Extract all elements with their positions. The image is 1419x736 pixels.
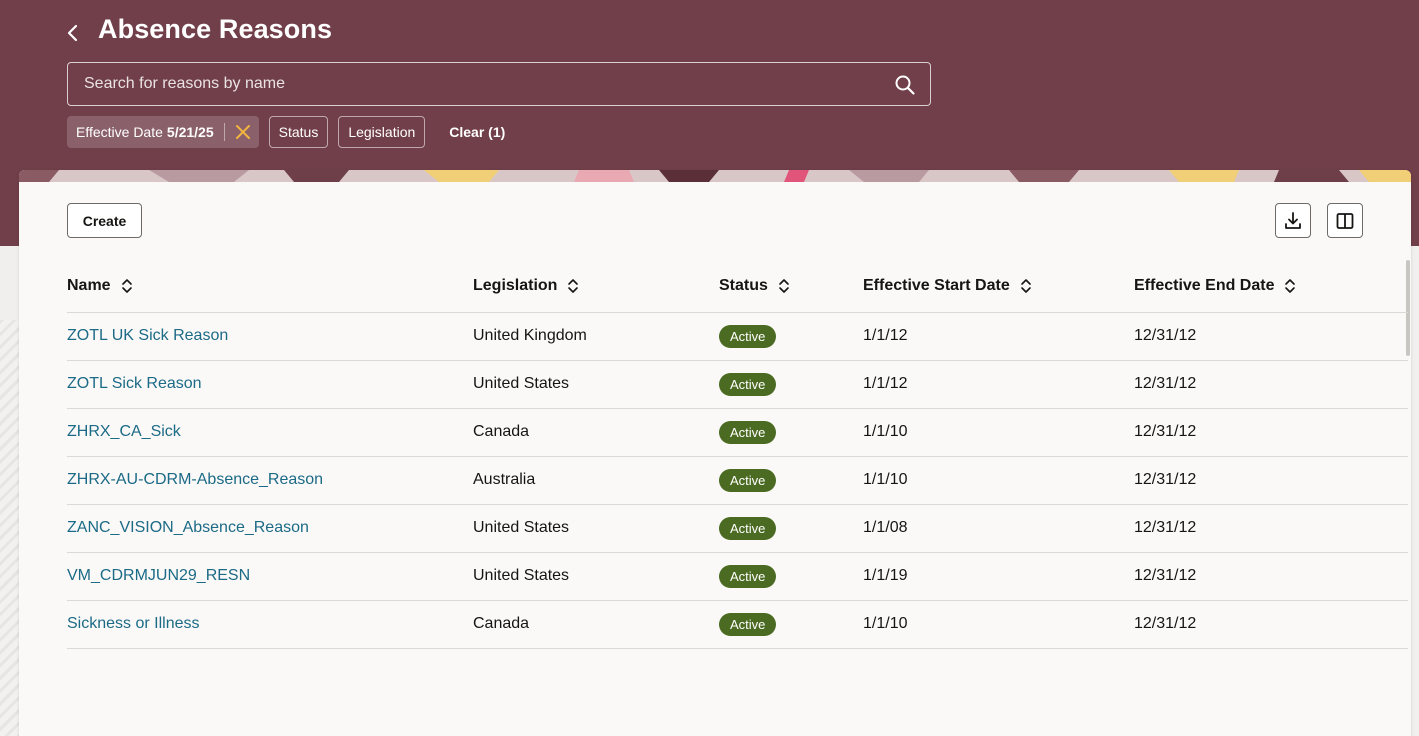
column-panel-icon xyxy=(1336,212,1354,229)
cell-end-date: 12/31/12 xyxy=(1134,312,1408,361)
cell-legislation: Australia xyxy=(473,456,719,505)
cell-start-date: 1/1/10 xyxy=(863,456,1134,505)
status-badge: Active xyxy=(719,468,777,492)
cell-name: ZOTL UK Sick Reason xyxy=(67,312,473,361)
cell-name: ZHRX-AU-CDRM-Absence_Reason xyxy=(67,456,473,505)
cell-end-date: 12/31/12 xyxy=(1134,456,1408,505)
manage-columns-button[interactable] xyxy=(1327,203,1363,238)
cell-status: Active xyxy=(719,504,863,553)
sort-icon xyxy=(568,278,579,293)
table-row: ZANC_VISION_Absence_Reason United States… xyxy=(67,504,1408,553)
page-title: Absence Reasons xyxy=(98,14,333,44)
table-row: ZHRX_CA_Sick Canada Active 1/1/10 12/31/… xyxy=(67,408,1408,457)
effective-date-value: 5/21/25 xyxy=(166,124,214,140)
cell-legislation: United Kingdom xyxy=(473,312,719,361)
table-row: ZOTL UK Sick Reason United Kingdom Activ… xyxy=(67,312,1408,361)
reason-name-link[interactable]: Sickness or Illness xyxy=(67,615,200,632)
cell-end-date: 12/31/12 xyxy=(1134,552,1408,601)
cell-legislation: Canada xyxy=(473,408,719,457)
cell-name: ZHRX_CA_Sick xyxy=(67,408,473,457)
search-icon xyxy=(895,75,915,95)
cell-status: Active xyxy=(719,456,863,505)
sort-icon xyxy=(1020,278,1031,293)
search-field[interactable] xyxy=(67,62,931,106)
cell-name: VM_CDRMJUN29_RESN xyxy=(67,552,473,601)
reason-name-link[interactable]: ZOTL UK Sick Reason xyxy=(67,327,228,344)
cell-end-date: 12/31/12 xyxy=(1134,504,1408,553)
close-icon xyxy=(235,125,250,139)
absence-reasons-table: Name Legislation Status Effective Start … xyxy=(67,260,1408,649)
remove-filter-button[interactable] xyxy=(233,122,253,142)
search-input[interactable] xyxy=(68,63,930,105)
cell-start-date: 1/1/12 xyxy=(863,360,1134,409)
reason-name-link[interactable]: ZANC_VISION_Absence_Reason xyxy=(67,519,309,536)
sort-icon xyxy=(121,278,132,293)
cell-legislation: United States xyxy=(473,360,719,409)
clear-filters-link[interactable]: Clear (1) xyxy=(443,116,511,148)
column-header-effective-start-date[interactable]: Effective Start Date xyxy=(863,260,1134,313)
status-badge: Active xyxy=(719,612,777,636)
reason-name-link[interactable]: ZHRX_CA_Sick xyxy=(67,423,181,440)
cell-start-date: 1/1/10 xyxy=(863,600,1134,649)
column-header-effective-end-date[interactable]: Effective End Date xyxy=(1134,260,1408,313)
cell-end-date: 12/31/12 xyxy=(1134,408,1408,457)
cell-status: Active xyxy=(719,552,863,601)
cell-end-date: 12/31/12 xyxy=(1134,360,1408,409)
column-header-status[interactable]: Status xyxy=(719,260,863,313)
cell-legislation: United States xyxy=(473,552,719,601)
sort-icon xyxy=(1285,278,1296,293)
cell-name: ZOTL Sick Reason xyxy=(67,360,473,409)
cell-status: Active xyxy=(719,600,863,649)
status-badge: Active xyxy=(719,420,777,444)
chevron-left-icon xyxy=(67,24,78,42)
table-row: ZOTL Sick Reason United States Active 1/… xyxy=(67,360,1408,409)
back-button[interactable] xyxy=(60,20,86,46)
create-button[interactable]: Create xyxy=(67,203,142,238)
table-row: VM_CDRMJUN29_RESN United States Active 1… xyxy=(67,552,1408,601)
cell-start-date: 1/1/12 xyxy=(863,312,1134,361)
status-badge: Active xyxy=(719,564,777,588)
reason-name-link[interactable]: ZHRX-AU-CDRM-Absence_Reason xyxy=(67,471,323,488)
cell-status: Active xyxy=(719,360,863,409)
download-icon xyxy=(1285,211,1301,229)
status-badge: Active xyxy=(719,372,777,396)
column-header-legislation[interactable]: Legislation xyxy=(473,260,719,313)
status-filter-chip[interactable]: Status xyxy=(268,116,329,148)
cell-legislation: United States xyxy=(473,504,719,553)
table-row: ZHRX-AU-CDRM-Absence_Reason Australia Ac… xyxy=(67,456,1408,505)
effective-date-filter-chip[interactable]: Effective Date 5/21/25 xyxy=(67,116,259,148)
column-header-name[interactable]: Name xyxy=(67,260,473,313)
cell-name: ZANC_VISION_Absence_Reason xyxy=(67,504,473,553)
export-button[interactable] xyxy=(1275,203,1311,238)
table-row: Sickness or Illness Canada Active 1/1/10… xyxy=(67,600,1408,649)
status-badge: Active xyxy=(719,324,777,348)
cell-legislation: Canada xyxy=(473,600,719,649)
filter-chips: Effective Date 5/21/25 Status Legislatio… xyxy=(67,116,511,148)
decorative-banner xyxy=(19,170,1411,182)
results-card: Create Name Legislation Status Effective… xyxy=(19,170,1411,736)
cell-end-date: 12/31/12 xyxy=(1134,600,1408,649)
sort-icon xyxy=(779,278,789,293)
search-button[interactable] xyxy=(894,74,916,96)
reason-name-link[interactable]: VM_CDRMJUN29_RESN xyxy=(67,567,250,584)
cell-start-date: 1/1/10 xyxy=(863,408,1134,457)
cell-status: Active xyxy=(719,408,863,457)
reason-name-link[interactable]: ZOTL Sick Reason xyxy=(67,375,202,392)
table-header-row: Name Legislation Status Effective Start … xyxy=(67,260,1408,313)
background-texture xyxy=(0,320,19,736)
cell-status: Active xyxy=(719,312,863,361)
chip-divider xyxy=(223,123,225,141)
cell-name: Sickness or Illness xyxy=(67,600,473,649)
effective-date-label: Effective Date xyxy=(76,124,163,140)
status-badge: Active xyxy=(719,516,777,540)
cell-start-date: 1/1/19 xyxy=(863,552,1134,601)
legislation-filter-chip[interactable]: Legislation xyxy=(338,116,426,148)
cell-start-date: 1/1/08 xyxy=(863,504,1134,553)
